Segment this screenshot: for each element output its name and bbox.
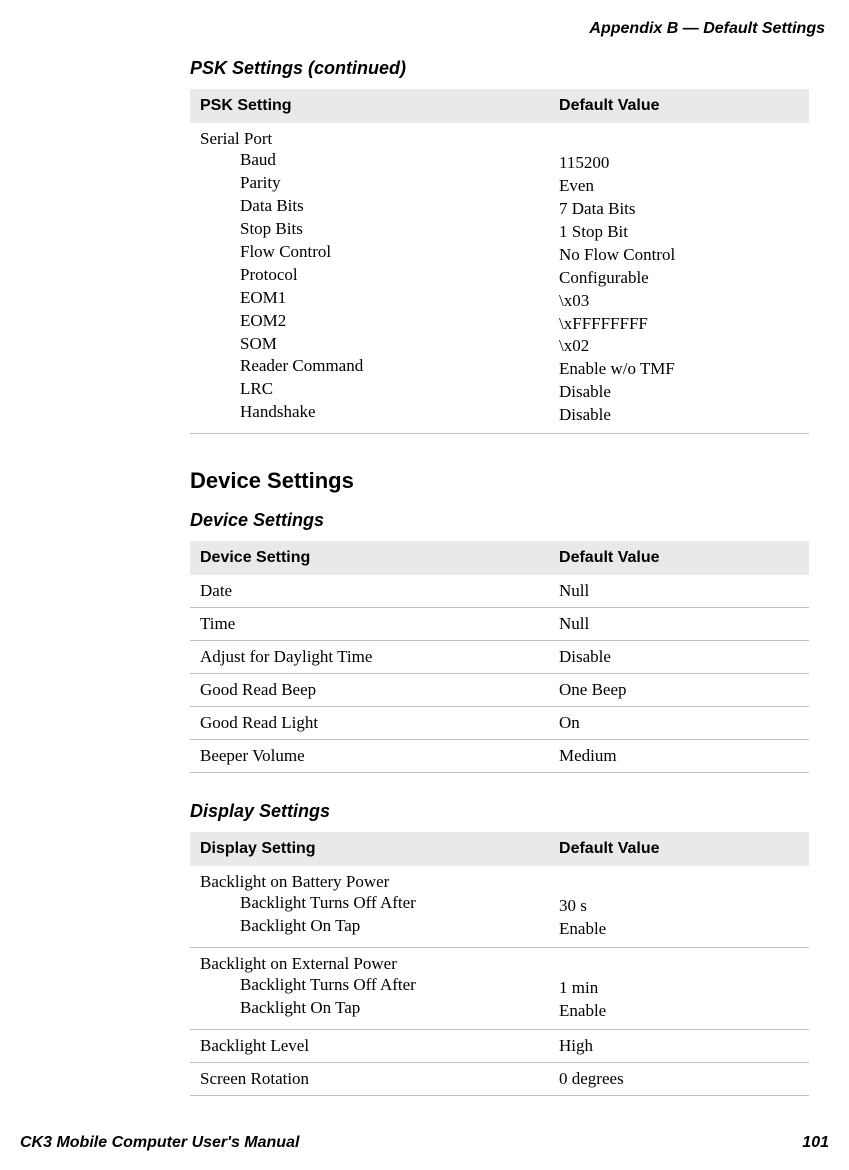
- footer-page-number: 101: [802, 1134, 829, 1152]
- setting-value: Medium: [549, 740, 809, 773]
- setting-name: Backlight Turns Off After: [240, 974, 539, 997]
- setting-group: Serial Port: [200, 129, 539, 149]
- setting-name: LRC: [240, 378, 539, 401]
- setting-value: Even: [559, 175, 799, 198]
- setting-name: Reader Command: [240, 355, 539, 378]
- setting-name: Backlight On Tap: [240, 997, 539, 1020]
- setting-value: Configurable: [559, 267, 799, 290]
- column-header-value: Default Value: [549, 89, 809, 123]
- footer-manual-title: CK3 Mobile Computer User's Manual: [20, 1134, 299, 1152]
- setting-value: Disable: [559, 404, 799, 427]
- setting-name: Data Bits: [240, 195, 539, 218]
- setting-value: On: [549, 707, 809, 740]
- table-row: Backlight LevelHigh: [190, 1029, 809, 1062]
- setting-name: Backlight Level: [190, 1029, 549, 1062]
- setting-name: SOM: [240, 333, 539, 356]
- setting-name: Backlight On Tap: [240, 915, 539, 938]
- display-settings-table: Display Setting Default Value Backlight …: [190, 832, 809, 1096]
- table-row: Backlight on External Power Backlight Tu…: [190, 948, 809, 1030]
- setting-name: Time: [190, 608, 549, 641]
- setting-value: Enable: [559, 918, 799, 941]
- setting-value: High: [549, 1029, 809, 1062]
- device-settings-table: Device Setting Default Value DateNull Ti…: [190, 541, 809, 773]
- setting-name: Good Read Light: [190, 707, 549, 740]
- table-row: Adjust for Daylight TimeDisable: [190, 641, 809, 674]
- table-row: Screen Rotation0 degrees: [190, 1062, 809, 1095]
- setting-name: Flow Control: [240, 241, 539, 264]
- table-row: TimeNull: [190, 608, 809, 641]
- setting-name: Handshake: [240, 401, 539, 424]
- setting-value: \xFFFFFFFF: [559, 313, 799, 336]
- table-row: Serial Port Baud Parity Data Bits Stop B…: [190, 123, 809, 434]
- setting-value: Enable w/o TMF: [559, 358, 799, 381]
- setting-name: EOM2: [240, 310, 539, 333]
- setting-value: 0 degrees: [549, 1062, 809, 1095]
- setting-value: Disable: [549, 641, 809, 674]
- table-row: Backlight on Battery Power Backlight Tur…: [190, 866, 809, 947]
- setting-name: Backlight Turns Off After: [240, 892, 539, 915]
- column-header-setting: Device Setting: [190, 541, 549, 575]
- table-caption-display: Display Settings: [190, 801, 809, 822]
- setting-value: No Flow Control: [559, 244, 799, 267]
- setting-value: 7 Data Bits: [559, 198, 799, 221]
- setting-name: Protocol: [240, 264, 539, 287]
- setting-group: Backlight on Battery Power: [200, 872, 539, 892]
- setting-value: Null: [549, 575, 809, 608]
- running-head: Appendix B — Default Settings: [20, 20, 829, 38]
- setting-name: Adjust for Daylight Time: [190, 641, 549, 674]
- table-row: Beeper VolumeMedium: [190, 740, 809, 773]
- table-row: Good Read BeepOne Beep: [190, 674, 809, 707]
- setting-value: 30 s: [559, 895, 799, 918]
- setting-name: Date: [190, 575, 549, 608]
- setting-value: Disable: [559, 381, 799, 404]
- column-header-setting: PSK Setting: [190, 89, 549, 123]
- column-header-setting: Display Setting: [190, 832, 549, 866]
- setting-value: Enable: [559, 1000, 799, 1023]
- section-heading-device: Device Settings: [190, 468, 809, 494]
- table-caption-psk: PSK Settings (continued): [190, 58, 809, 79]
- setting-value: 1 Stop Bit: [559, 221, 799, 244]
- psk-settings-table: PSK Setting Default Value Serial Port Ba…: [190, 89, 809, 434]
- setting-name: Parity: [240, 172, 539, 195]
- column-header-value: Default Value: [549, 541, 809, 575]
- setting-name: Good Read Beep: [190, 674, 549, 707]
- setting-name: Baud: [240, 149, 539, 172]
- setting-value: 115200: [559, 152, 799, 175]
- table-caption-device: Device Settings: [190, 510, 809, 531]
- setting-name: Stop Bits: [240, 218, 539, 241]
- setting-group: Backlight on External Power: [200, 954, 539, 974]
- setting-name: Beeper Volume: [190, 740, 549, 773]
- setting-value: Null: [549, 608, 809, 641]
- setting-name: Screen Rotation: [190, 1062, 549, 1095]
- setting-value: 1 min: [559, 977, 799, 1000]
- setting-value: One Beep: [549, 674, 809, 707]
- setting-name: EOM1: [240, 287, 539, 310]
- table-row: DateNull: [190, 575, 809, 608]
- setting-value: \x02: [559, 335, 799, 358]
- setting-value: \x03: [559, 290, 799, 313]
- table-row: Good Read LightOn: [190, 707, 809, 740]
- column-header-value: Default Value: [549, 832, 809, 866]
